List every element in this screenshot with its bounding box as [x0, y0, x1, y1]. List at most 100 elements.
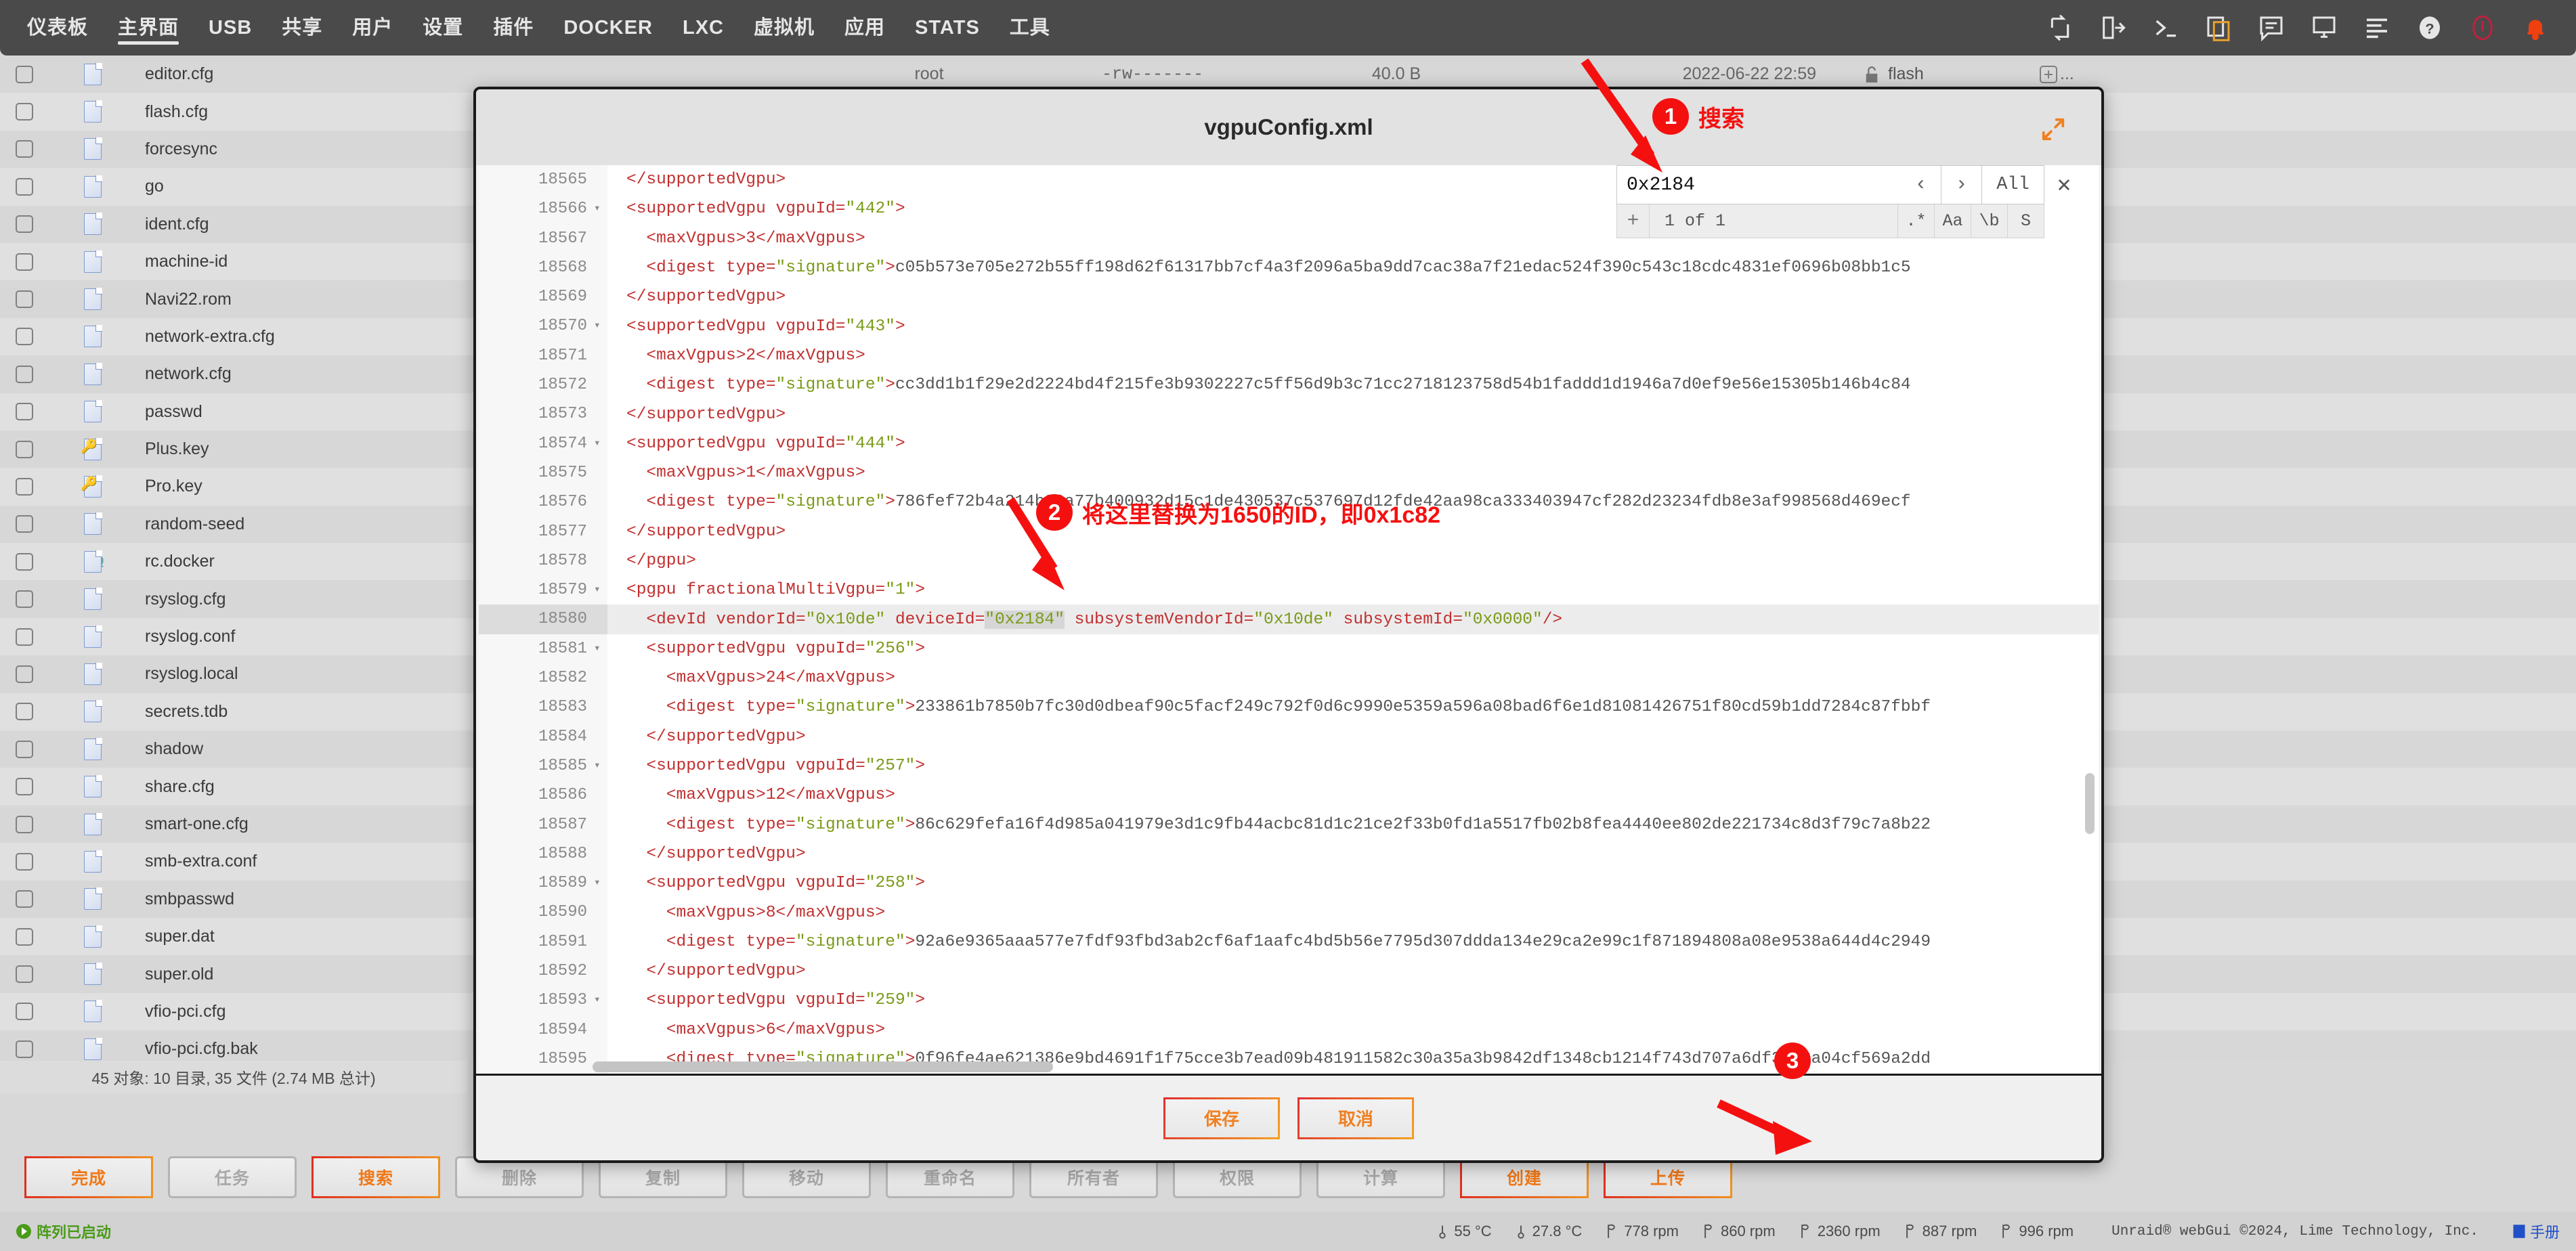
nav-item-4[interactable]: 用户 — [337, 0, 408, 56]
search-input[interactable]: 0x2184 — [1616, 165, 1901, 204]
row-checkbox[interactable] — [16, 590, 33, 608]
fold-toggle-icon[interactable]: ▾ — [593, 634, 607, 663]
row-checkbox[interactable] — [16, 816, 33, 833]
row-checkbox[interactable] — [16, 140, 33, 158]
nav-item-1[interactable]: 主界面 — [103, 0, 194, 56]
nav-item-5[interactable]: 设置 — [408, 0, 478, 56]
terminal-icon[interactable] — [2152, 14, 2179, 41]
copy-icon[interactable] — [2205, 14, 2232, 41]
nav-item-3[interactable]: 共享 — [267, 0, 337, 56]
code-line[interactable]: 18585▾ <supportedVgpu vgpuId="257"> — [479, 751, 2099, 781]
code-line[interactable]: 18592 </supportedVgpu> — [479, 957, 2099, 986]
fold-toggle-icon[interactable]: ▾ — [593, 869, 607, 898]
code-line[interactable]: 18586 <maxVgpus>12</maxVgpus> — [479, 781, 2099, 810]
save-button[interactable]: 保存 — [1163, 1097, 1280, 1139]
toolbar-button-0[interactable]: 完成 — [24, 1156, 153, 1198]
code-line[interactable]: 18578</pgpu> — [479, 546, 2099, 575]
fold-toggle-icon[interactable]: ▾ — [593, 194, 607, 223]
regex-flag-button[interactable]: .* — [1897, 204, 1934, 238]
code-line[interactable]: 18580 <devId vendorId="0x10de" deviceId=… — [479, 605, 2099, 634]
row-checkbox[interactable] — [16, 665, 33, 683]
log-lines-icon[interactable] — [2363, 14, 2390, 41]
nav-item-6[interactable]: 插件 — [478, 0, 549, 56]
code-line[interactable]: 18589▾ <supportedVgpu vgpuId="258"> — [479, 869, 2099, 898]
search-all-button[interactable]: All — [1982, 165, 2044, 204]
add-search-field-button[interactable]: + — [1617, 204, 1650, 238]
code-line[interactable]: 18568 <digest type="signature">c05b573e7… — [479, 253, 2099, 282]
selection-flag-button[interactable]: S — [2007, 204, 2044, 238]
row-checkbox[interactable] — [16, 1003, 33, 1020]
row-checkbox[interactable] — [16, 778, 33, 795]
nav-item-11[interactable]: STATS — [900, 0, 995, 56]
logout-icon[interactable] — [2099, 14, 2126, 41]
search-prev-button[interactable]: ‹ — [1901, 165, 1941, 204]
row-checkbox[interactable] — [16, 328, 33, 345]
row-checkbox[interactable] — [16, 253, 33, 271]
fold-toggle-icon[interactable]: ▾ — [593, 311, 607, 341]
code-line[interactable]: 18576 <digest type="signature">786fef72b… — [479, 487, 2099, 517]
row-checkbox[interactable] — [16, 965, 33, 983]
code-line[interactable]: 18572 <digest type="signature">cc3dd1b1f… — [479, 370, 2099, 399]
close-icon[interactable]: ✕ — [2044, 165, 2084, 204]
row-checkbox[interactable] — [16, 403, 33, 420]
row-checkbox[interactable] — [16, 515, 33, 533]
manual-link[interactable]: 手册 — [2512, 1221, 2560, 1242]
editor-horizontal-scrollbar[interactable] — [593, 1061, 2103, 1072]
code-line[interactable]: 18570▾<supportedVgpu vgpuId="443"> — [479, 311, 2099, 341]
chat-icon[interactable] — [2258, 14, 2285, 41]
code-line[interactable]: 18573</supportedVgpu> — [479, 399, 2099, 429]
row-checkbox[interactable] — [16, 215, 33, 233]
nav-item-8[interactable]: LXC — [668, 0, 739, 56]
row-checkbox[interactable] — [16, 1040, 33, 1058]
code-editor[interactable]: 18565</supportedVgpu>18566▾<supportedVgp… — [479, 165, 2099, 1074]
case-sensitive-flag-button[interactable]: Aa — [1934, 204, 1971, 238]
row-checkbox[interactable] — [16, 853, 33, 871]
code-line[interactable]: 18582 <maxVgpus>24</maxVgpus> — [479, 663, 2099, 693]
code-line[interactable]: 18577</supportedVgpu> — [479, 517, 2099, 546]
file-name[interactable]: editor.cfg — [137, 64, 828, 84]
fold-toggle-icon[interactable]: ▾ — [593, 429, 607, 458]
help-icon[interactable]: ? — [2416, 14, 2443, 41]
fold-toggle-icon[interactable]: ▾ — [593, 986, 607, 1015]
code-line[interactable]: 18593▾ <supportedVgpu vgpuId="259"> — [479, 986, 2099, 1015]
cancel-button[interactable]: 取消 — [1297, 1097, 1414, 1139]
expand-icon[interactable] — [2040, 66, 2057, 83]
nav-item-0[interactable]: 仪表板 — [12, 0, 103, 56]
code-line[interactable]: 18571 <maxVgpus>2</maxVgpus> — [479, 341, 2099, 370]
nav-item-9[interactable]: 虚拟机 — [739, 0, 830, 56]
row-checkbox[interactable] — [16, 703, 33, 720]
toolbar-button-2[interactable]: 搜索 — [312, 1156, 440, 1198]
nav-item-12[interactable]: 工具 — [995, 0, 1065, 56]
display-icon[interactable] — [2311, 14, 2338, 41]
row-checkbox[interactable] — [16, 66, 33, 83]
scroll-thumb[interactable] — [593, 1061, 1053, 1072]
row-checkbox[interactable] — [16, 290, 33, 308]
row-checkbox[interactable] — [16, 103, 33, 120]
word-boundary-flag-button[interactable]: \b — [1971, 204, 2007, 238]
row-checkbox[interactable] — [16, 478, 33, 496]
row-checkbox[interactable] — [16, 366, 33, 383]
fold-toggle-icon[interactable]: ▾ — [593, 751, 607, 781]
code-line[interactable]: 18575 <maxVgpus>1</maxVgpus> — [479, 458, 2099, 487]
code-line[interactable]: 18574▾<supportedVgpu vgpuId="444"> — [479, 429, 2099, 458]
refresh-loop-icon[interactable] — [2046, 14, 2074, 41]
code-line[interactable]: 18581▾ <supportedVgpu vgpuId="256"> — [479, 634, 2099, 663]
row-checkbox[interactable] — [16, 178, 33, 196]
code-line[interactable]: 18591 <digest type="signature">92a6e9365… — [479, 927, 2099, 957]
code-line[interactable]: 18587 <digest type="signature">86c629fef… — [479, 810, 2099, 839]
row-checkbox[interactable] — [16, 928, 33, 946]
code-line[interactable]: 18590 <maxVgpus>8</maxVgpus> — [479, 898, 2099, 927]
bell-icon[interactable] — [2522, 14, 2549, 41]
row-checkbox[interactable] — [16, 890, 33, 908]
code-line[interactable]: 18584 </supportedVgpu> — [479, 722, 2099, 751]
code-line[interactable]: 18594 <maxVgpus>6</maxVgpus> — [479, 1015, 2099, 1045]
code-line[interactable]: 18583 <digest type="signature">233861b78… — [479, 693, 2099, 722]
row-checkbox[interactable] — [16, 441, 33, 458]
nav-item-7[interactable]: DOCKER — [549, 0, 668, 56]
row-checkbox[interactable] — [16, 628, 33, 646]
row-checkbox[interactable] — [16, 741, 33, 758]
code-line[interactable]: 18569</supportedVgpu> — [479, 282, 2099, 311]
power-icon[interactable] — [2469, 14, 2496, 41]
nav-item-10[interactable]: 应用 — [830, 0, 900, 56]
expand-icon[interactable] — [2040, 116, 2066, 142]
